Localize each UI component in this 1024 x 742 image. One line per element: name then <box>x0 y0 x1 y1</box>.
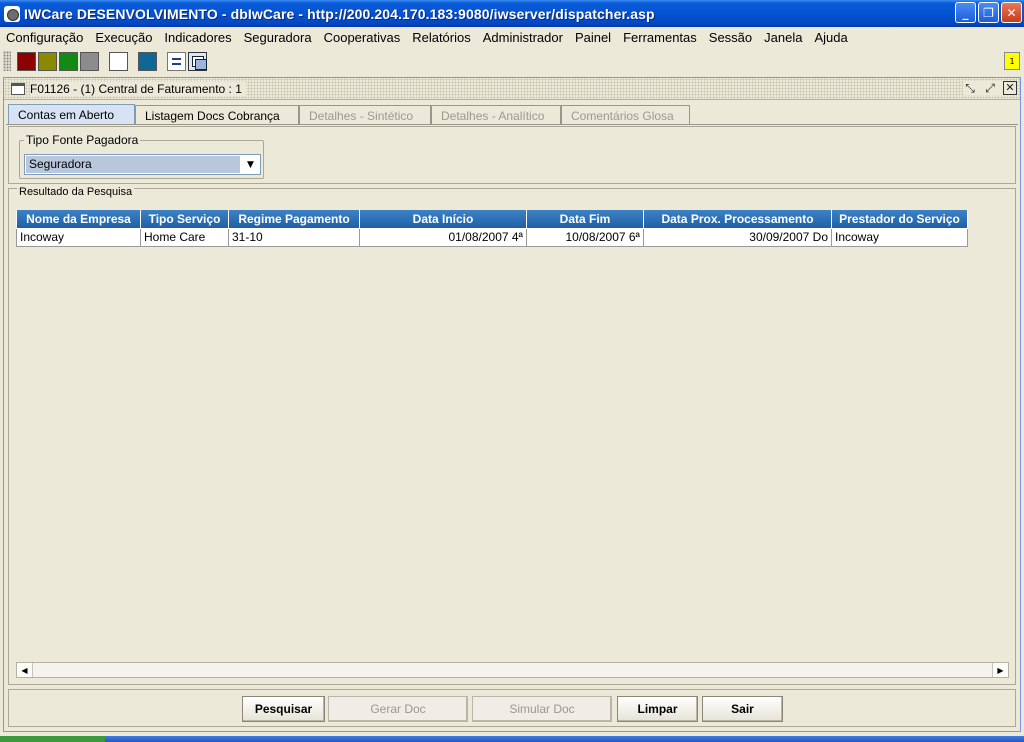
menu-relatorios[interactable]: Relatórios <box>406 30 477 45</box>
results-panel: Resultado da Pesquisa Nome da Empresa Ti… <box>8 186 1016 685</box>
tab-comentarios-glosa[interactable]: Comentários Glosa <box>561 105 690 125</box>
color-dark-red-button[interactable] <box>17 51 36 71</box>
chevron-down-icon[interactable]: ▼ <box>241 155 260 174</box>
taskbar <box>0 736 1024 742</box>
minimize-button[interactable]: _ <box>955 2 976 23</box>
app-icon <box>4 5 20 22</box>
table-row[interactable]: Incoway Home Care 31-10 01/08/2007 4ª 10… <box>16 227 968 247</box>
column-header-data-prox[interactable]: Data Prox. Processamento <box>643 210 832 229</box>
menu-seguradora[interactable]: Seguradora <box>238 30 318 45</box>
toolbar-grip[interactable] <box>3 51 11 71</box>
table-cell[interactable]: Home Care <box>140 227 229 247</box>
search-button[interactable]: Pesquisar <box>242 696 325 722</box>
column-header-data-fim[interactable]: Data Fim <box>526 210 644 229</box>
horizontal-scrollbar[interactable]: ◀ ▶ <box>16 662 1009 678</box>
tab-listagem-docs-cobranca[interactable]: Listagem Docs Cobrança <box>135 105 299 125</box>
frame-maximize-icon[interactable]: ⤢ <box>983 81 997 95</box>
clear-button[interactable]: Limpar <box>617 696 698 722</box>
table-cell[interactable]: 31-10 <box>228 227 360 247</box>
window-title-bar[interactable]: IWCare DESENVOLVIMENTO - dbIwCare - http… <box>0 0 1024 27</box>
scroll-left-icon[interactable]: ◀ <box>17 663 33 677</box>
tab-bar: Contas em Aberto Listagem Docs Cobrança … <box>8 104 690 125</box>
close-button[interactable]: ✕ <box>1001 2 1022 23</box>
color-olive-button[interactable] <box>38 51 57 71</box>
table-cell[interactable]: 01/08/2007 4ª <box>359 227 527 247</box>
simulate-doc-button[interactable]: Simular Doc <box>472 696 612 722</box>
action-panel: Pesquisar Gerar Doc Simular Doc Limpar S… <box>8 689 1016 727</box>
filter-panel: Tipo Fonte Pagadora Seguradora ▼ <box>8 126 1016 184</box>
restore-button[interactable]: ❐ <box>978 2 999 23</box>
window-title: IWCare DESENVOLVIMENTO - dbIwCare - http… <box>24 5 655 22</box>
color-white-button[interactable] <box>109 51 128 71</box>
results-table: Nome da Empresa Tipo Serviço Regime Paga… <box>16 210 968 247</box>
column-header-regime-pagamento[interactable]: Regime Pagamento <box>228 210 360 229</box>
color-gray-button[interactable] <box>80 51 99 71</box>
payer-type-group: Tipo Fonte Pagadora Seguradora ▼ <box>19 133 264 179</box>
menu-painel[interactable]: Painel <box>569 30 617 45</box>
notification-badge[interactable]: 1 <box>1004 52 1020 70</box>
color-green-button[interactable] <box>59 51 78 71</box>
menu-ferramentas[interactable]: Ferramentas <box>617 30 703 45</box>
menu-ajuda[interactable]: Ajuda <box>808 30 853 45</box>
column-header-prestador[interactable]: Prestador do Serviço <box>831 210 968 229</box>
results-label: Resultado da Pesquisa <box>17 186 135 198</box>
exit-button[interactable]: Sair <box>702 696 783 722</box>
scroll-right-icon[interactable]: ▶ <box>992 663 1008 677</box>
column-header-empresa[interactable]: Nome da Empresa <box>16 210 141 229</box>
column-header-tipo-servico[interactable]: Tipo Serviço <box>140 210 229 229</box>
table-cell[interactable]: 30/09/2007 Do <box>643 227 832 247</box>
menu-configuracao[interactable]: Configuração <box>0 30 89 45</box>
frame-window-icon <box>11 82 25 95</box>
menu-administrador[interactable]: Administrador <box>477 30 569 45</box>
frame-title: F01126 - (1) Central de Faturamento : 1 <box>30 81 246 96</box>
menu-indicadores[interactable]: Indicadores <box>158 30 237 45</box>
column-header-data-inicio[interactable]: Data Início <box>359 210 527 229</box>
color-blue-button[interactable] <box>138 51 157 71</box>
table-cell[interactable]: Incoway <box>831 227 968 247</box>
menu-janela[interactable]: Janela <box>758 30 808 45</box>
menu-cooperativas[interactable]: Cooperativas <box>318 30 407 45</box>
tab-contas-em-aberto[interactable]: Contas em Aberto <box>8 104 135 125</box>
menu-execucao[interactable]: Execução <box>89 30 158 45</box>
frame-title-bar[interactable]: F01126 - (1) Central de Faturamento : 1 … <box>4 78 1020 100</box>
internal-frame: F01126 - (1) Central de Faturamento : 1 … <box>3 77 1021 732</box>
generate-doc-button[interactable]: Gerar Doc <box>328 696 468 722</box>
toolbar: 1 <box>0 48 1024 74</box>
cascade-windows-icon[interactable] <box>188 51 207 71</box>
table-cell[interactable]: Incoway <box>16 227 141 247</box>
tab-detalhes-analitico[interactable]: Detalhes - Analítico <box>431 105 561 125</box>
tab-detalhes-sintetico[interactable]: Detalhes - Sintético <box>299 105 431 125</box>
payer-type-label: Tipo Fonte Pagadora <box>24 133 141 147</box>
start-button[interactable] <box>0 736 105 742</box>
frame-minimize-icon[interactable]: ⤡ <box>963 81 977 95</box>
tree-view-icon[interactable] <box>167 51 186 71</box>
menu-bar: Configuração Execução Indicadores Segura… <box>0 27 1024 47</box>
payer-type-value: Seguradora <box>26 156 240 173</box>
frame-close-icon[interactable]: ✕ <box>1003 81 1017 95</box>
menu-sessao[interactable]: Sessão <box>703 30 758 45</box>
payer-type-select[interactable]: Seguradora ▼ <box>24 154 261 175</box>
table-cell[interactable]: 10/08/2007 6ª <box>526 227 644 247</box>
